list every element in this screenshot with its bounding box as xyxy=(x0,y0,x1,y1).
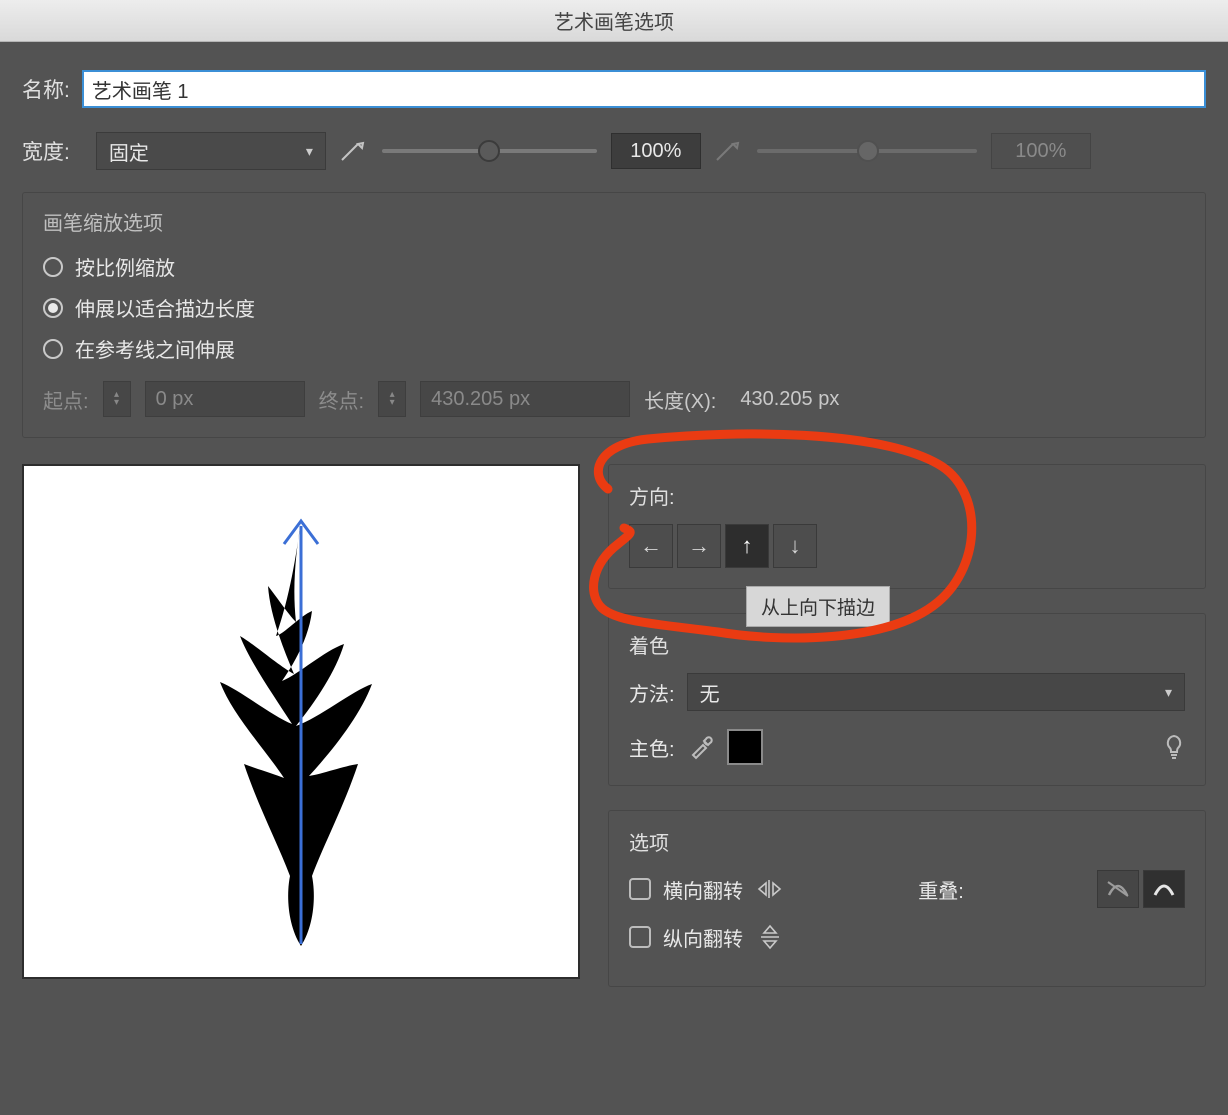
keycolor-label: 主色: xyxy=(629,733,675,762)
flip-h-label: 横向翻转 xyxy=(663,875,743,904)
scale-group-title: 画笔缩放选项 xyxy=(43,207,1185,236)
radio-stretch-guides[interactable]: 在参考线之间伸展 xyxy=(43,334,1185,363)
start-value: 0 px xyxy=(145,381,305,417)
chevron-down-icon: ▾ xyxy=(306,143,313,160)
radio-proportional[interactable]: 按比例缩放 xyxy=(43,252,1185,281)
width-slider-2 xyxy=(757,149,977,153)
width-value-2: 100% xyxy=(991,133,1091,169)
brush-name-value: 艺术画笔 1 xyxy=(84,72,1204,106)
width-value-1[interactable]: 100% xyxy=(611,133,701,169)
eyedropper-icon[interactable] xyxy=(687,733,715,761)
options-panel: 选项 横向翻转 重叠: xyxy=(608,810,1206,987)
coloring-title: 着色 xyxy=(629,630,1185,659)
tips-icon[interactable] xyxy=(1163,734,1185,760)
direction-up-button[interactable]: ↑ xyxy=(725,524,769,568)
direction-right-button[interactable]: → xyxy=(677,524,721,568)
arrow-down-icon: ↓ xyxy=(790,533,801,559)
overlap-on-button[interactable] xyxy=(1143,870,1185,908)
flip-v-label: 纵向翻转 xyxy=(663,923,743,952)
direction-down-button[interactable]: ↓ xyxy=(773,524,817,568)
arrow-left-icon: ← xyxy=(640,533,662,559)
pressure-icon xyxy=(340,140,368,162)
name-label: 名称: xyxy=(22,74,70,104)
width-type-value: 固定 xyxy=(109,137,149,166)
flip-h-icon xyxy=(755,874,785,904)
keycolor-swatch[interactable] xyxy=(727,729,763,765)
length-label: 长度(X): xyxy=(644,385,716,414)
start-label: 起点: xyxy=(43,385,89,414)
direction-left-button[interactable]: ← xyxy=(629,524,673,568)
width-label: 宽度: xyxy=(22,136,70,166)
coloring-method-dropdown[interactable]: 无 ▾ xyxy=(687,673,1185,711)
brush-preview xyxy=(22,464,580,979)
arrow-up-icon: ↑ xyxy=(742,533,753,559)
radio-icon xyxy=(43,257,63,277)
overlap-label: 重叠: xyxy=(918,875,964,904)
direction-label: 方向: xyxy=(629,481,1185,510)
direction-panel: 方向: ← → ↑ ↓ xyxy=(608,464,1206,589)
method-label: 方法: xyxy=(629,678,675,707)
radio-icon xyxy=(43,339,63,359)
brush-scale-group: 画笔缩放选项 按比例缩放 伸展以适合描边长度 在参考线之间伸展 起点: ▴▾ 0… xyxy=(22,192,1206,438)
method-value: 无 xyxy=(700,678,720,707)
radio-icon xyxy=(43,298,63,318)
pressure-icon-2 xyxy=(715,140,743,162)
end-value: 430.205 px xyxy=(420,381,630,417)
brush-name-input[interactable]: 艺术画笔 1 xyxy=(82,70,1206,108)
direction-tooltip: 从上向下描边 xyxy=(746,586,890,627)
overlap-off-button[interactable] xyxy=(1097,870,1139,908)
flip-v-checkbox[interactable] xyxy=(629,926,651,948)
chevron-down-icon: ▾ xyxy=(1165,684,1172,701)
window-titlebar: 艺术画笔选项 xyxy=(0,0,1228,42)
window-title: 艺术画笔选项 xyxy=(554,6,674,35)
flip-h-checkbox[interactable] xyxy=(629,878,651,900)
flip-v-icon xyxy=(755,922,785,952)
width-type-dropdown[interactable]: 固定 ▾ xyxy=(96,132,326,170)
coloring-panel: 着色 方法: 无 ▾ 主色: xyxy=(608,613,1206,786)
length-value: 430.205 px xyxy=(740,388,839,411)
radio-stretch-fit[interactable]: 伸展以适合描边长度 xyxy=(43,293,1185,322)
start-stepper: ▴▾ xyxy=(103,381,131,417)
end-label: 终点: xyxy=(319,385,365,414)
end-stepper: ▴▾ xyxy=(378,381,406,417)
options-title: 选项 xyxy=(629,827,1185,856)
arrow-right-icon: → xyxy=(688,533,710,559)
width-slider-1[interactable] xyxy=(382,149,597,153)
